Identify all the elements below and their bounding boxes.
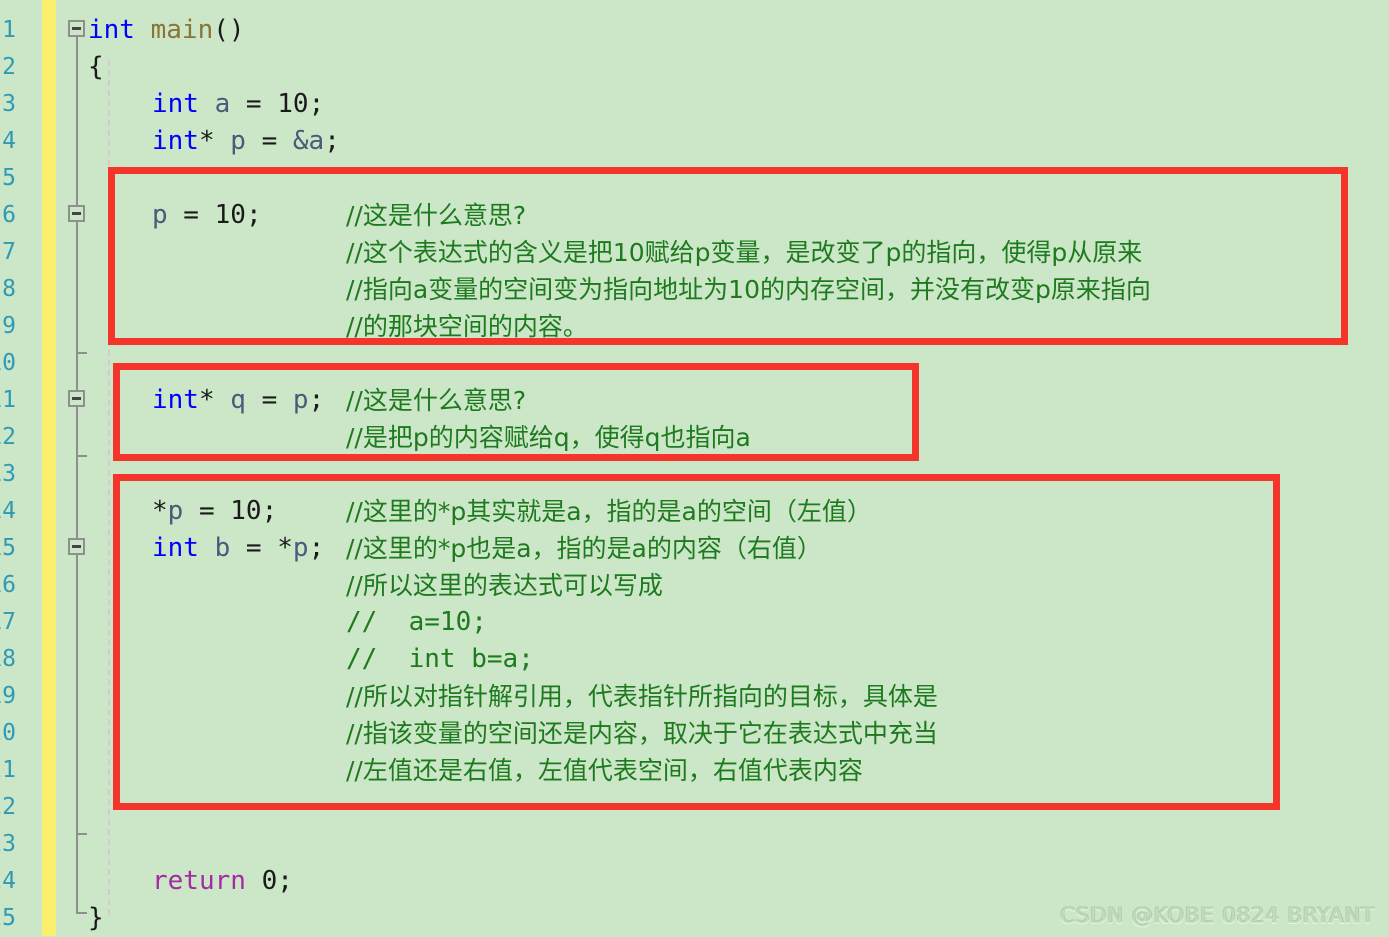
code-line[interactable]: } bbox=[88, 900, 104, 937]
code-line[interactable]: int main() bbox=[88, 12, 245, 49]
code-comment[interactable]: //所以对指针解引用，代表指针所指向的目标，具体是 bbox=[346, 678, 938, 715]
code-token: int bbox=[152, 126, 199, 156]
code-token: 10 bbox=[214, 200, 246, 230]
code-token: &a bbox=[292, 126, 325, 156]
code-comment[interactable]: // a=10; bbox=[346, 604, 487, 641]
code-token: * bbox=[198, 126, 215, 156]
code-token: () bbox=[213, 15, 245, 45]
code-token: = bbox=[230, 89, 278, 119]
code-line[interactable]: int b = *p; bbox=[152, 530, 324, 567]
code-comment[interactable]: //这里的*p也是a，指的是a的内容（右值） bbox=[346, 530, 822, 567]
code-token: 10 bbox=[277, 89, 309, 119]
code-token: ; bbox=[245, 200, 262, 230]
code-token: } bbox=[88, 903, 104, 933]
code-token: { bbox=[88, 52, 104, 82]
code-comment[interactable]: //这是什么意思? bbox=[346, 197, 526, 234]
code-comment[interactable]: //左值还是右值，左值代表空间，右值代表内容 bbox=[346, 752, 863, 789]
code-token: = bbox=[230, 533, 278, 563]
code-token: = bbox=[245, 126, 293, 156]
code-line[interactable]: *p = 10; bbox=[152, 493, 277, 530]
code-token: p bbox=[230, 126, 246, 156]
code-token: int bbox=[152, 533, 199, 563]
code-line[interactable]: int* p = &a; bbox=[152, 123, 340, 160]
code-token: * bbox=[198, 385, 215, 415]
code-token: * bbox=[152, 496, 168, 526]
code-line[interactable]: int* q = p; bbox=[152, 382, 324, 419]
code-comment[interactable]: // int b=a; bbox=[346, 641, 534, 678]
code-comment[interactable]: //是把p的内容赋给q，使得q也指向a bbox=[346, 419, 751, 456]
code-token: p bbox=[152, 200, 168, 230]
code-token: ; bbox=[308, 385, 325, 415]
code-token: a bbox=[214, 89, 231, 119]
code-token: int bbox=[152, 89, 199, 119]
code-token: ; bbox=[261, 496, 278, 526]
code-token: * bbox=[277, 533, 293, 563]
code-line[interactable]: int a = 10; bbox=[152, 86, 324, 123]
code-token: p bbox=[167, 496, 184, 526]
code-comment[interactable]: //指该变量的空间还是内容，取决于它在表达式中充当 bbox=[346, 715, 938, 752]
code-token: q bbox=[230, 385, 246, 415]
code-comment[interactable]: //这里的*p其实就是a，指的是a的空间（左值） bbox=[346, 493, 872, 530]
code-token: ; bbox=[324, 126, 340, 156]
code-token: = bbox=[183, 496, 231, 526]
code-token: = bbox=[167, 200, 215, 230]
code-token: ; bbox=[308, 533, 325, 563]
code-token: 0 bbox=[261, 866, 278, 896]
csdn-watermark: CSDN @KOBE 0824 BRYANT bbox=[1060, 904, 1375, 928]
code-comment[interactable]: //的那块空间的内容。 bbox=[346, 308, 588, 345]
code-text-area[interactable]: int main(){int a = 10; int* p = &a; p = 10… bbox=[0, 0, 1389, 936]
code-token: = bbox=[245, 385, 293, 415]
code-token: 10 bbox=[230, 496, 262, 526]
indent-guide bbox=[108, 60, 110, 915]
code-comment[interactable]: //这是什么意思? bbox=[346, 382, 526, 419]
code-line[interactable]: return 0; bbox=[152, 863, 293, 900]
code-line[interactable]: p = 10; bbox=[152, 197, 262, 234]
code-token: return bbox=[152, 866, 246, 896]
code-line[interactable]: { bbox=[88, 49, 104, 86]
code-token: main bbox=[150, 15, 214, 45]
code-comment[interactable]: //所以这里的表达式可以写成 bbox=[346, 567, 663, 604]
code-comment[interactable]: //指向a变量的空间变为指向地址为10的内存空间，并没有改变p原来指向 bbox=[346, 271, 1151, 308]
code-token: ; bbox=[277, 866, 293, 896]
code-token: b bbox=[214, 533, 231, 563]
code-editor-surface: 1234567891011121314151617181920212223242… bbox=[0, 0, 1389, 936]
code-comment[interactable]: //这个表达式的含义是把10赋给p变量，是改变了p的指向，使得p从原来 bbox=[346, 234, 1142, 271]
code-token: p bbox=[292, 533, 309, 563]
code-token: int bbox=[88, 15, 135, 45]
code-token: int bbox=[152, 385, 199, 415]
code-token: ; bbox=[308, 89, 325, 119]
code-token: p bbox=[292, 385, 309, 415]
